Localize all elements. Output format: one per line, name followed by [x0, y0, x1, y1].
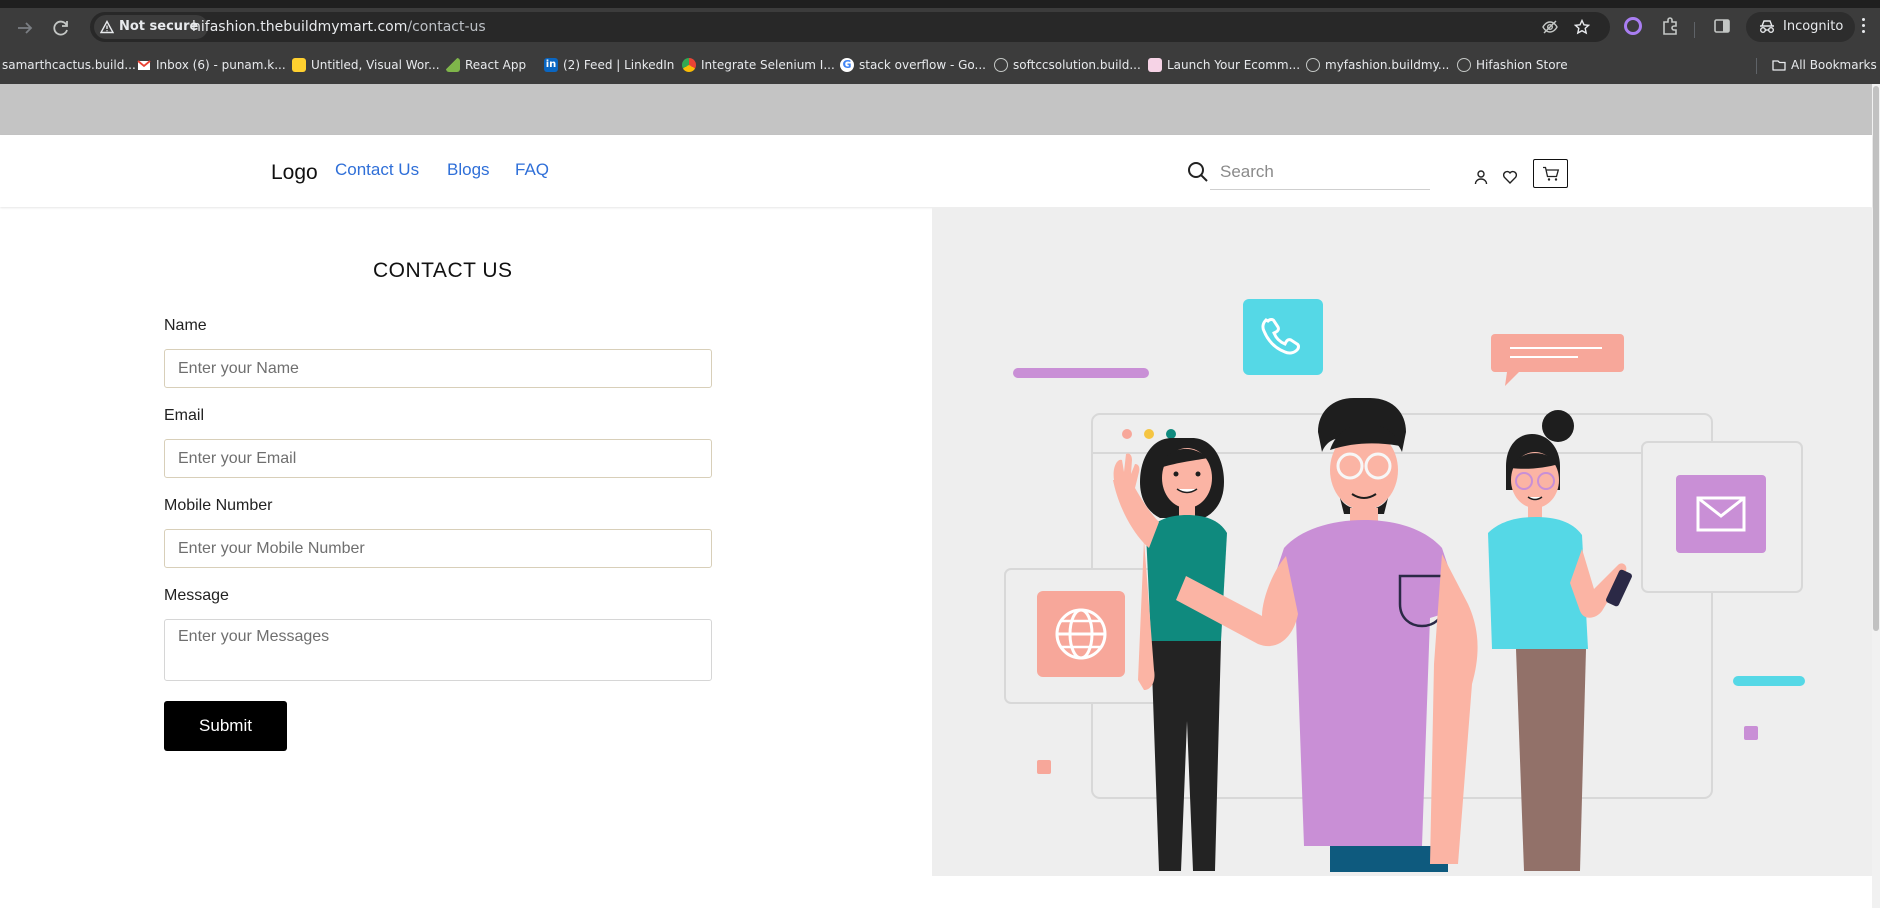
warning-icon	[100, 20, 114, 34]
bookmark-label: Inbox (6) - punam.k...	[156, 58, 286, 72]
site-header: Logo Contact Us Blogs FAQ	[0, 135, 1872, 207]
email-label: Email	[164, 407, 205, 424]
color-extension-icon[interactable]	[1623, 16, 1643, 36]
reload-icon[interactable]	[50, 17, 72, 39]
shop-icon	[1148, 58, 1162, 72]
extensions-puzzle-icon[interactable]	[1660, 16, 1680, 36]
eye-slash-icon[interactable]	[1542, 19, 1558, 35]
bookmark-label: Integrate Selenium I...	[701, 58, 835, 72]
site-logo[interactable]: Logo	[271, 161, 318, 185]
cart-icon	[1542, 166, 1559, 181]
bookmark-label: Untitled, Visual Wor...	[311, 58, 440, 72]
chrome-icon	[682, 58, 696, 72]
url-host: hifashion.thebuildmymart.com	[192, 19, 408, 35]
globe-icon	[1306, 58, 1320, 72]
browser-menu-icon[interactable]	[1862, 18, 1866, 36]
decor-square-purple	[1744, 726, 1758, 740]
user-icon[interactable]	[1473, 169, 1489, 185]
search-icon[interactable]	[1186, 160, 1210, 184]
submit-button[interactable]: Submit	[164, 701, 287, 751]
nav-faq[interactable]: FAQ	[515, 160, 549, 180]
name-label: Name	[164, 317, 207, 334]
bookmark-label: (2) Feed | LinkedIn	[563, 58, 675, 72]
message-textarea[interactable]	[164, 619, 712, 681]
search-box	[1186, 155, 1430, 190]
globe-icon	[1457, 58, 1471, 72]
bookmark-label: Launch Your Ecomm...	[1167, 58, 1301, 72]
linkedin-icon: in	[544, 58, 558, 72]
name-input[interactable]	[164, 349, 712, 388]
incognito-label: Incognito	[1783, 19, 1844, 34]
bookmark-star-icon[interactable]	[1574, 19, 1590, 35]
decor-bar-cyan	[1733, 676, 1805, 686]
bookmarks-divider	[1756, 58, 1757, 74]
globe-icon	[994, 58, 1008, 72]
security-label: Not secure	[119, 19, 199, 34]
toolbar-divider	[1694, 22, 1695, 38]
nav-contact-us[interactable]: Contact Us	[335, 160, 419, 180]
bookmark-label: React App	[465, 58, 527, 72]
browser-tab-strip	[0, 0, 1880, 8]
bookmark-item[interactable]: Inbox (6) - punam.k...	[137, 56, 286, 74]
bookmark-label: softccsolution.build...	[1013, 58, 1141, 72]
cart-button[interactable]	[1533, 159, 1568, 188]
bookmark-item[interactable]: myfashion.buildmy...	[1306, 56, 1449, 74]
bookmark-item[interactable]: Untitled, Visual Wor...	[292, 56, 440, 74]
bookmark-item[interactable]: samarthcactus.build...	[2, 56, 136, 74]
decor-bar-purple	[1013, 368, 1149, 378]
miro-icon	[292, 58, 306, 72]
bookmark-label: stack overflow - Go...	[859, 58, 986, 72]
decor-square-pink	[1037, 760, 1051, 774]
mobile-label: Mobile Number	[164, 497, 273, 514]
phone-tile	[1243, 299, 1323, 375]
address-bar[interactable]: Not secure hifashion.thebuildmymart.com/…	[90, 12, 1610, 42]
side-panel-icon[interactable]	[1712, 16, 1732, 36]
gmail-icon	[137, 60, 151, 70]
folder-icon	[1772, 60, 1786, 71]
page-title: CONTACT US	[373, 259, 513, 282]
bookmarks-bar: samarthcactus.build... Inbox (6) - punam…	[0, 46, 1880, 84]
email-input[interactable]	[164, 439, 712, 478]
page-viewport: Logo Contact Us Blogs FAQ CONTACT US Nam…	[0, 84, 1880, 908]
all-bookmarks-button[interactable]: All Bookmarks	[1772, 56, 1877, 74]
top-banner-strip	[0, 84, 1872, 135]
forward-arrow-icon[interactable]	[14, 17, 36, 39]
bookmark-label: All Bookmarks	[1791, 58, 1877, 72]
bookmark-item[interactable]: softccsolution.build...	[994, 56, 1141, 74]
page-scrollbar[interactable]	[1872, 84, 1880, 908]
bookmark-item[interactable]: React App	[446, 56, 526, 74]
search-input[interactable]	[1210, 155, 1430, 190]
nav-blogs[interactable]: Blogs	[447, 160, 490, 180]
heart-icon[interactable]	[1502, 169, 1518, 185]
incognito-icon	[1760, 20, 1774, 33]
mobile-input[interactable]	[164, 529, 712, 568]
bookmark-item[interactable]: Hifashion Store	[1457, 56, 1568, 74]
scrollbar-thumb[interactable]	[1873, 86, 1879, 631]
bookmark-label: samarthcactus.build...	[2, 58, 136, 72]
woman-right-figure	[1488, 410, 1632, 871]
bookmark-item[interactable]: in (2) Feed | LinkedIn	[544, 56, 674, 74]
bookmark-item[interactable]: Launch Your Ecomm...	[1148, 56, 1300, 74]
browser-toolbar: Not secure hifashion.thebuildmymart.com/…	[0, 8, 1880, 46]
chat-bubble	[1491, 334, 1624, 372]
url-text[interactable]: hifashion.thebuildmymart.com/contact-us	[192, 12, 486, 42]
bookmark-item[interactable]: Gstack overflow - Go...	[840, 56, 986, 74]
message-label: Message	[164, 587, 229, 604]
contact-illustration-panel	[932, 208, 1872, 876]
bookmark-label: Hifashion Store	[1476, 58, 1568, 72]
bookmark-label: myfashion.buildmy...	[1325, 58, 1450, 72]
team-illustration	[1004, 299, 1805, 872]
react-app-icon	[446, 58, 460, 72]
url-path: /contact-us	[407, 19, 486, 35]
incognito-chip[interactable]: Incognito	[1746, 12, 1856, 42]
google-icon: G	[840, 58, 854, 72]
bookmark-item[interactable]: Integrate Selenium I...	[682, 56, 835, 74]
